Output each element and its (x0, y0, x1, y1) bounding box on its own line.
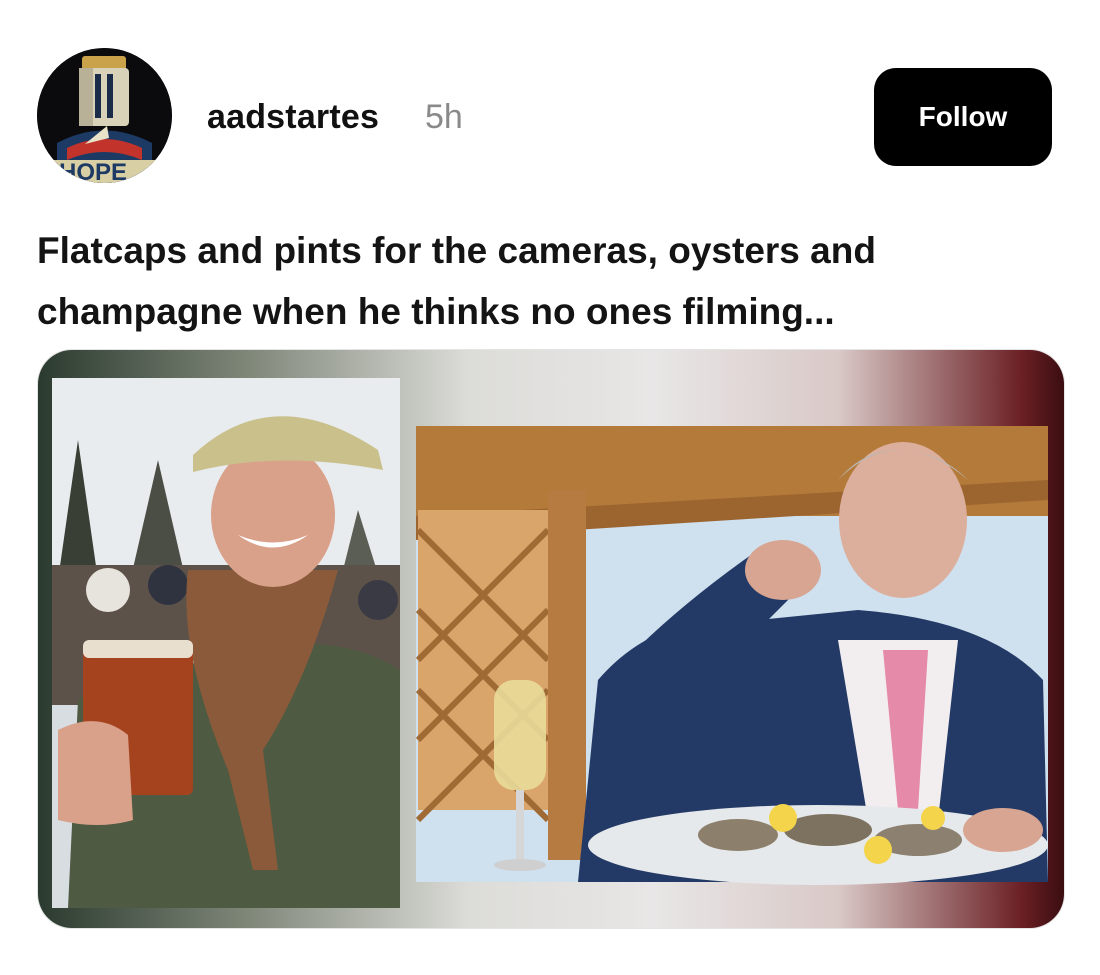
avatar-hope-text: HOPE (59, 159, 127, 183)
left-photo (52, 378, 400, 908)
post-image[interactable] (38, 350, 1064, 928)
username[interactable]: aadstartes (207, 98, 379, 137)
post-image-collage (52, 378, 1048, 908)
follow-button[interactable]: Follow (874, 68, 1052, 166)
knight-helmet-icon: HOPE (37, 48, 172, 183)
right-photo (415, 426, 1048, 885)
avatar[interactable]: HOPE (37, 48, 172, 183)
post-timestamp: 5h (425, 98, 463, 136)
post-header: HOPE aadstartes 5h Follow (0, 0, 1100, 200)
post-caption: Flatcaps and pints for the cameras, oyst… (37, 230, 876, 332)
